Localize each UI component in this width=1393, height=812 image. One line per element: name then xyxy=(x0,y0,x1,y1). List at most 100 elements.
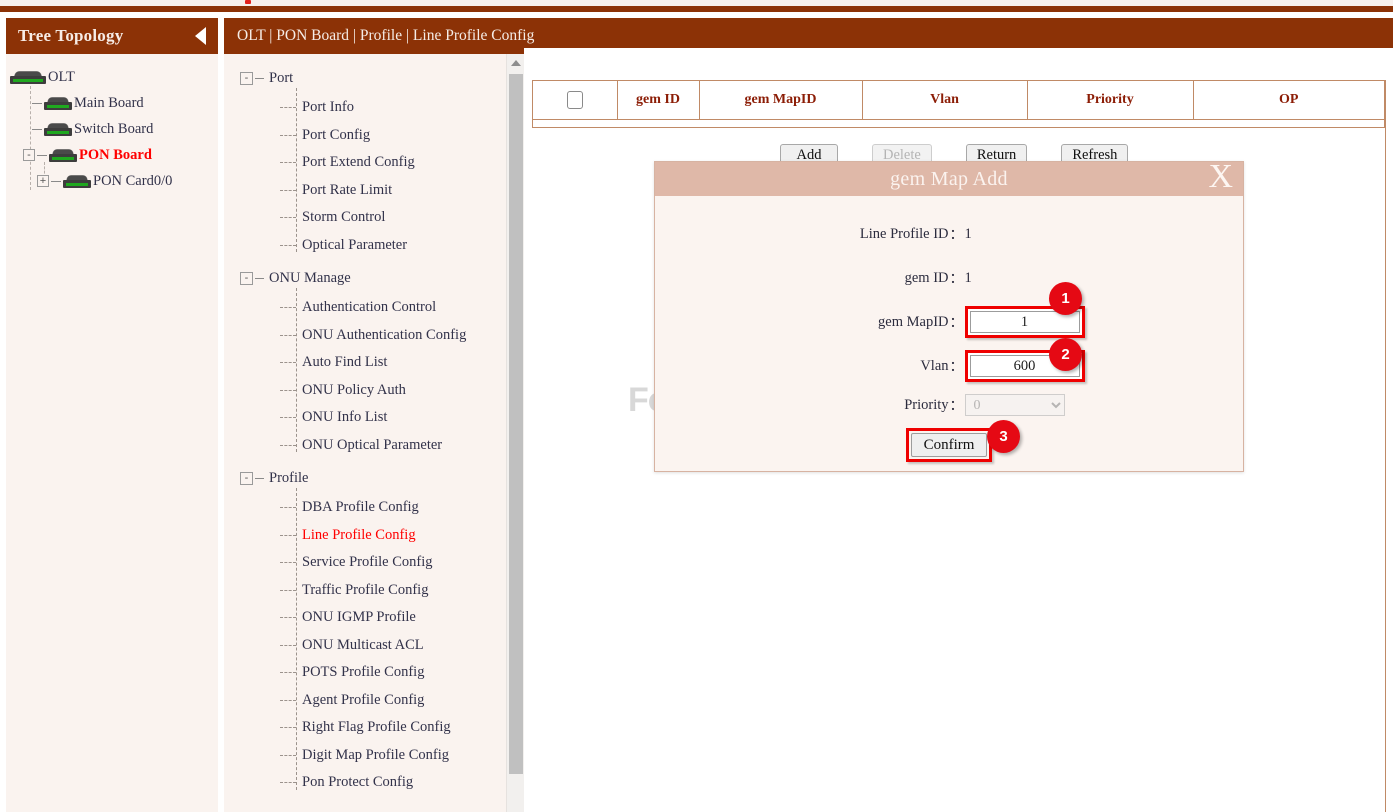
menu-item-auto-find-list[interactable]: Auto Find List xyxy=(240,349,524,377)
navigation-menu-panel: - Port Port Info Port Config Port Extend… xyxy=(224,18,524,812)
menu-group-toggle[interactable]: - xyxy=(240,272,253,285)
menu-item-label: Auto Find List xyxy=(302,354,387,371)
menu-item-label: Storm Control xyxy=(302,209,385,226)
menu-item-label: ONU Info List xyxy=(302,409,387,426)
tree-topology-header: Tree Topology xyxy=(6,18,218,54)
menu-item-line-profile-config[interactable]: Line Profile Config xyxy=(240,522,524,550)
menu-item-port-info[interactable]: Port Info xyxy=(240,94,524,122)
menu-branch-icon xyxy=(255,278,264,279)
menu-item-optical-parameter[interactable]: Optical Parameter xyxy=(240,232,524,260)
column-header-gem-mapid[interactable]: gem MapID xyxy=(699,81,862,119)
menu-item-authentication-control[interactable]: Authentication Control xyxy=(240,294,524,322)
field-row-line-profile-id: Line Profile ID ： 1 xyxy=(655,212,1243,256)
menu-item-label: DBA Profile Config xyxy=(302,499,419,516)
menu-item-onu-igmp-profile[interactable]: ONU IGMP Profile xyxy=(240,604,524,632)
tree-node-pon-card[interactable]: + PON Card0/0 xyxy=(6,168,218,194)
field-label: gem MapID xyxy=(674,314,949,331)
menu-item-storm-control[interactable]: Storm Control xyxy=(240,204,524,232)
menu-group-label: Profile xyxy=(267,470,308,487)
tree-node-label: Main Board xyxy=(72,95,144,112)
tree-topology-panel: Tree Topology OLT Main Board xyxy=(6,18,218,812)
field-colon: ： xyxy=(949,224,965,244)
field-colon: ： xyxy=(949,356,965,376)
tree-node-olt[interactable]: OLT xyxy=(6,64,218,90)
tree-node-switch-board[interactable]: Switch Board xyxy=(6,116,218,142)
gem-map-table-element: gem ID gem MapID Vlan Priority OP xyxy=(533,81,1384,120)
menu-item-onu-optical-parameter[interactable]: ONU Optical Parameter xyxy=(240,432,524,460)
column-header-vlan[interactable]: Vlan xyxy=(862,81,1027,119)
column-header-op[interactable]: OP xyxy=(1193,81,1384,119)
menu-item-onu-info-list[interactable]: ONU Info List xyxy=(240,404,524,432)
menu-item-label: Service Profile Config xyxy=(302,554,432,571)
menu-group-toggle[interactable]: - xyxy=(240,72,253,85)
field-row-gem-mapid: gem MapID ： xyxy=(655,300,1243,344)
field-label: gem ID xyxy=(674,270,949,287)
breadcrumb: OLT | PON Board | Profile | Line Profile… xyxy=(237,27,534,45)
menu-item-label: Digit Map Profile Config xyxy=(302,747,449,764)
menu-item-label: Port Extend Config xyxy=(302,154,415,171)
menu-item-digit-map-profile-config[interactable]: Digit Map Profile Config xyxy=(240,742,524,770)
menu-group-label: ONU Manage xyxy=(267,270,351,287)
menu-group-toggle[interactable]: - xyxy=(240,472,253,485)
table-select-all-cell[interactable] xyxy=(533,81,617,119)
menu-branch-icon xyxy=(255,478,264,479)
navigation-menu-list: - Port Port Info Port Config Port Extend… xyxy=(224,54,524,797)
checkbox-icon[interactable] xyxy=(567,91,583,109)
menu-scrollbar[interactable] xyxy=(506,54,524,812)
column-header-priority[interactable]: Priority xyxy=(1027,81,1193,119)
tree-node-label: Switch Board xyxy=(72,121,153,138)
menu-item-onu-multicast-acl[interactable]: ONU Multicast ACL xyxy=(240,632,524,660)
menu-item-label: Port Info xyxy=(302,99,354,116)
field-label: Vlan xyxy=(674,358,949,375)
caret-left-icon[interactable] xyxy=(195,27,206,45)
tree-expand-toggle[interactable]: + xyxy=(37,175,49,187)
tree-collapse-toggle[interactable]: - xyxy=(23,149,35,161)
field-row-priority: Priority ： 0 xyxy=(655,388,1243,422)
dialog-body: Line Profile ID ： 1 gem ID ： 1 gem MapID… xyxy=(655,196,1243,468)
menu-item-pon-protect-config[interactable]: Pon Protect Config xyxy=(240,769,524,797)
menu-item-label: ONU Multicast ACL xyxy=(302,637,424,654)
menu-group-profile[interactable]: - Profile xyxy=(240,466,524,490)
menu-item-traffic-profile-config[interactable]: Traffic Profile Config xyxy=(240,577,524,605)
menu-item-port-extend-config[interactable]: Port Extend Config xyxy=(240,149,524,177)
device-icon xyxy=(10,71,46,84)
navigation-menu-scroll-area: - Port Port Info Port Config Port Extend… xyxy=(224,54,524,812)
menu-item-port-config[interactable]: Port Config xyxy=(240,122,524,150)
menu-item-onu-authentication-config[interactable]: ONU Authentication Config xyxy=(240,322,524,350)
device-icon xyxy=(44,97,72,110)
field-label: Priority xyxy=(674,397,949,414)
device-icon xyxy=(44,123,72,136)
confirm-button[interactable]: Confirm xyxy=(911,433,988,457)
close-icon[interactable]: X xyxy=(1208,160,1233,194)
dialog-title: gem Map Add xyxy=(890,168,1008,191)
menu-item-agent-profile-config[interactable]: Agent Profile Config xyxy=(240,687,524,715)
menu-item-label: Right Flag Profile Config xyxy=(302,719,451,736)
top-marker-dot xyxy=(245,0,251,4)
menu-item-label: Port Rate Limit xyxy=(302,182,392,199)
field-colon: ： xyxy=(949,312,965,332)
menu-group-onu-manage[interactable]: - ONU Manage xyxy=(240,266,524,290)
field-label: Line Profile ID xyxy=(674,226,949,243)
menu-branch-icon xyxy=(255,78,264,79)
menu-item-dba-profile-config[interactable]: DBA Profile Config xyxy=(240,494,524,522)
tree-branch-icon xyxy=(37,155,47,156)
menu-item-port-rate-limit[interactable]: Port Rate Limit xyxy=(240,177,524,205)
field-value-vlan xyxy=(965,350,1225,382)
tree-node-pon-board[interactable]: - PON Board xyxy=(6,142,218,168)
tree-branch-icon xyxy=(32,103,42,104)
menu-group-port[interactable]: - Port xyxy=(240,66,524,90)
menu-item-service-profile-config[interactable]: Service Profile Config xyxy=(240,549,524,577)
caret-up-icon[interactable] xyxy=(507,54,525,72)
priority-select[interactable]: 0 xyxy=(965,394,1065,416)
tree-node-main-board[interactable]: Main Board xyxy=(6,90,218,116)
device-icon xyxy=(63,175,91,188)
menu-item-label: Optical Parameter xyxy=(302,237,407,254)
menu-item-label: ONU Policy Auth xyxy=(302,382,406,399)
menu-item-right-flag-profile-config[interactable]: Right Flag Profile Config xyxy=(240,714,524,742)
scrollbar-thumb[interactable] xyxy=(509,74,523,774)
annotation-badge-1: 1 xyxy=(1049,282,1082,315)
tree-node-label: OLT xyxy=(46,69,75,86)
menu-item-onu-policy-auth[interactable]: ONU Policy Auth xyxy=(240,377,524,405)
column-header-gem-id[interactable]: gem ID xyxy=(617,81,699,119)
menu-item-pots-profile-config[interactable]: POTS Profile Config xyxy=(240,659,524,687)
